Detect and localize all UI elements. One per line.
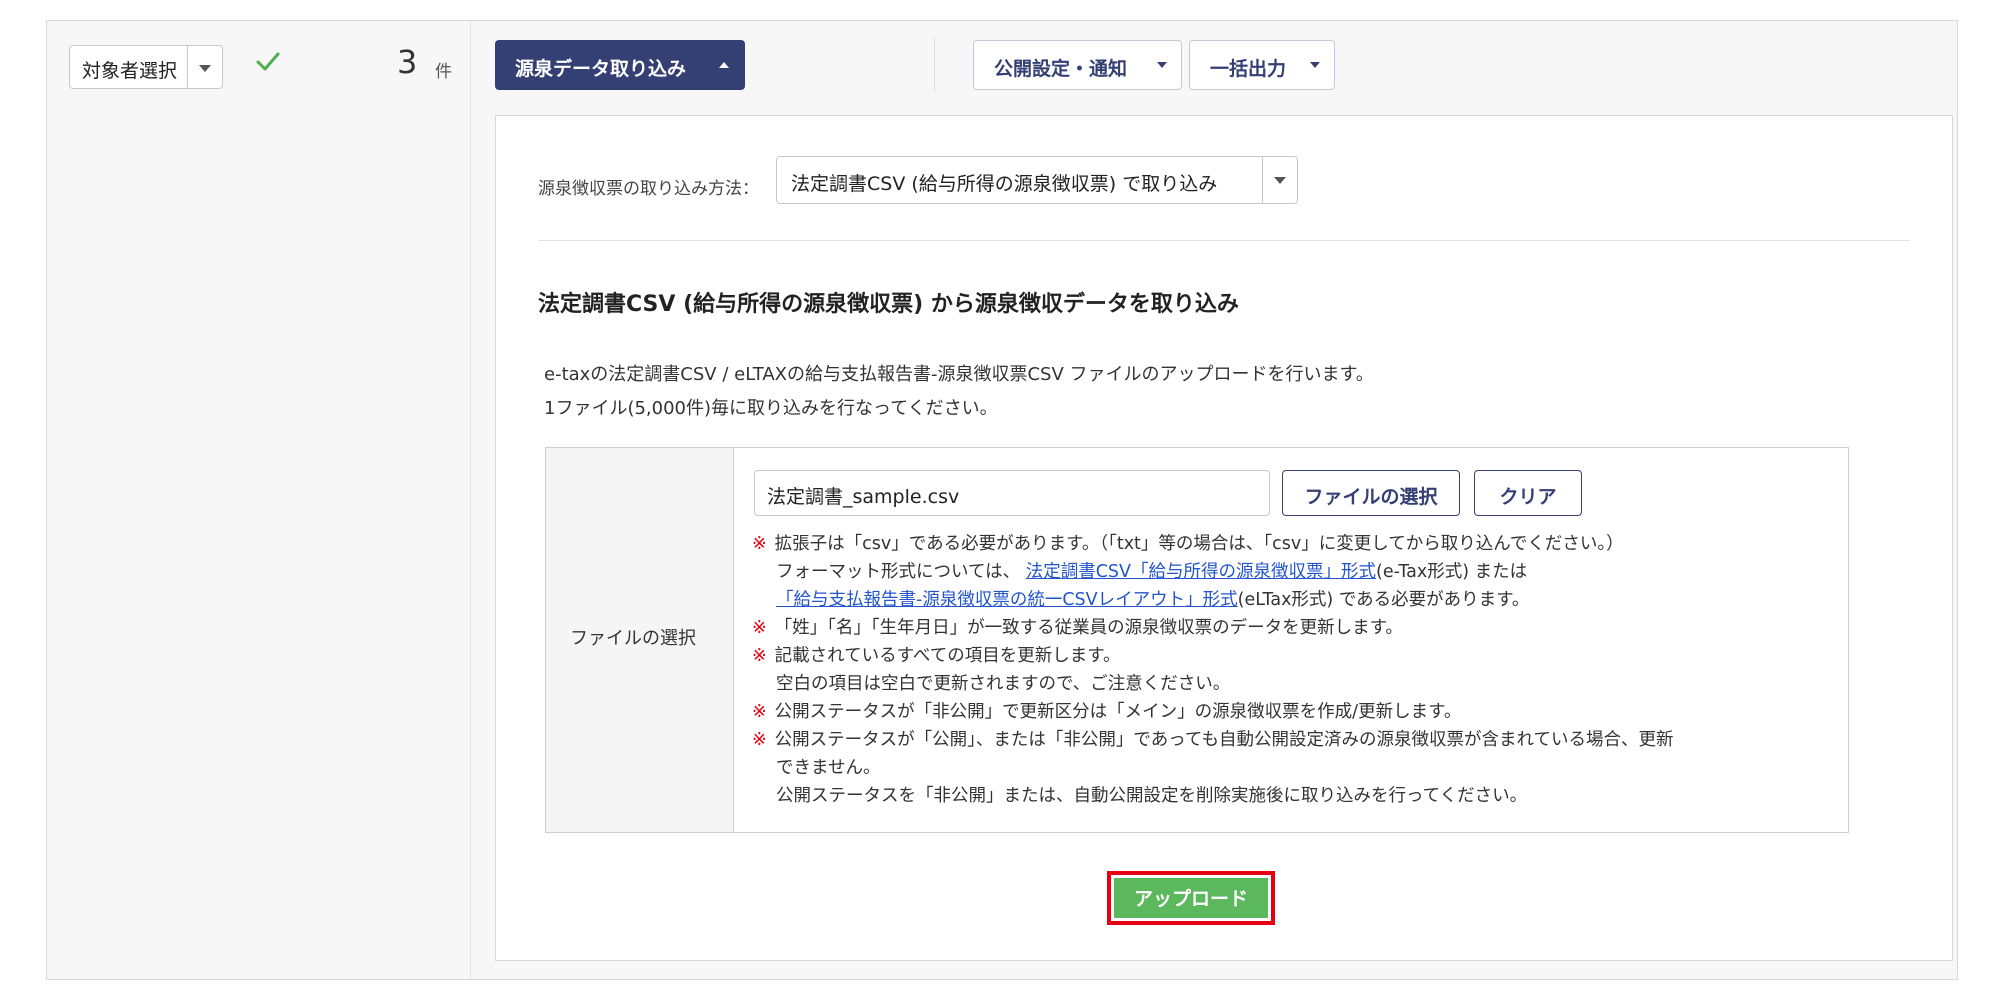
note-3: ※ 記載されているすべての項目を更新します。	[752, 642, 1120, 667]
right-column: 源泉データ取り込み 公開設定・通知 一括出力 源泉徴収票の取り込み方法： 法定調…	[471, 21, 1957, 979]
divider	[538, 240, 1910, 241]
choose-file-button[interactable]: ファイルの選択	[1282, 470, 1460, 516]
chevron-down-icon	[1310, 62, 1320, 68]
bulk-output-button-label: 一括出力	[1210, 58, 1287, 80]
upload-button[interactable]: アップロード	[1114, 878, 1268, 918]
import-method-label: 源泉徴収票の取り込み方法：	[538, 179, 759, 199]
chevron-down-icon	[1157, 62, 1167, 68]
choose-file-button-label: ファイルの選択	[1304, 486, 1438, 508]
etax-format-link[interactable]: 法定調書CSV「給与所得の源泉徴収票」形式	[1026, 562, 1376, 582]
upload-button-label: アップロード	[1133, 888, 1248, 910]
publish-settings-button-label: 公開設定・通知	[994, 58, 1128, 80]
bulk-output-button[interactable]: 一括出力	[1189, 40, 1335, 90]
note-mark-icon: ※	[752, 646, 767, 666]
note-4-text: 公開ステータスが「非公開」で更新区分は「メイン」の源泉徴収票を作成/更新します。	[774, 702, 1462, 722]
upload-highlight: アップロード	[1107, 871, 1275, 925]
note-5-cont: できません。	[776, 758, 881, 778]
note-mark-icon: ※	[752, 618, 767, 638]
note-4: ※ 公開ステータスが「非公開」で更新区分は「メイン」の源泉徴収票を作成/更新します…	[752, 698, 1461, 723]
import-panel: 源泉徴収票の取り込み方法： 法定調書CSV (給与所得の源泉徴収票) で取り込み…	[495, 115, 1953, 961]
file-select-header-label: ファイルの選択	[570, 628, 696, 649]
note-1-text: 拡張子は「csv」である必要があります。（「txt」等の場合は、「csv」に変更…	[774, 534, 1624, 554]
note-1: ※ 拡張子は「csv」である必要があります。（「txt」等の場合は、「csv」に変…	[752, 530, 1624, 555]
publish-settings-button[interactable]: 公開設定・通知	[973, 40, 1182, 90]
target-count: 3	[397, 43, 418, 81]
import-method-select[interactable]: 法定調書CSV (給与所得の源泉徴収票) で取り込み	[776, 156, 1298, 204]
note-3-sub: 空白の項目は空白で更新されますので、ご注意ください。	[776, 674, 1231, 694]
note-5: ※ 公開ステータスが「公開」、または「非公開」であっても自動公開設定済みの源泉徴収…	[752, 726, 1673, 751]
note-5-text: 公開ステータスが「公開」、または「非公開」であっても自動公開設定済みの源泉徴収票…	[774, 730, 1674, 750]
section-title: 法定調書CSV (給与所得の源泉徴収票) から源泉徴収データを取り込み	[538, 292, 1239, 317]
note-2-text: 「姓」「名」「生年月日」が一致する従業員の源泉徴収票のデータを更新します。	[774, 618, 1403, 638]
left-column: 対象者選択 3 件	[47, 21, 471, 979]
import-data-button-label: 源泉データ取り込み	[515, 58, 687, 80]
description-line-2: 1ファイル(5,000件)毎に取り込みを行なってください。	[544, 398, 998, 419]
target-select-value: 対象者選択	[82, 60, 178, 82]
clear-button-label: クリア	[1499, 486, 1557, 508]
file-select-header: ファイルの選択	[546, 448, 734, 832]
note-1-format: フォーマット形式については、 法定調書CSV「給与所得の源泉徴収票」形式(e-T…	[776, 558, 1527, 583]
note-3-text: 記載されているすべての項目を更新します。	[774, 646, 1121, 666]
clear-button[interactable]: クリア	[1474, 470, 1582, 516]
note-mark-icon: ※	[752, 534, 767, 554]
chevron-up-icon	[719, 62, 729, 68]
import-data-button[interactable]: 源泉データ取り込み	[495, 40, 745, 90]
note-1-link1-suffix: (e-Tax形式) または	[1376, 562, 1528, 582]
import-method-value: 法定調書CSV (給与所得の源泉徴収票) で取り込み	[791, 173, 1218, 195]
note-1-format-2: 「給与支払報告書-源泉徴収票の統一CSVレイアウト」形式(eLTax形式) であ…	[776, 586, 1529, 611]
target-count-unit: 件	[435, 62, 452, 82]
note-1-link2-suffix: (eLTax形式) である必要があります。	[1237, 590, 1530, 610]
eltax-format-link[interactable]: 「給与支払報告書-源泉徴収票の統一CSVレイアウト」形式	[776, 590, 1238, 610]
file-select-table: ファイルの選択 法定調書_sample.csv ファイルの選択 クリア ※ 拡張子…	[545, 447, 1849, 833]
chevron-down-icon	[1274, 177, 1286, 184]
note-1-format-prefix: フォーマット形式については、	[776, 562, 1021, 582]
toolbar-divider	[934, 37, 935, 93]
main-container: 対象者選択 3 件 源泉データ取り込み 公開設定・通知 一括出力 源泉徴収票の取…	[46, 20, 1958, 980]
description-line-1: e-taxの法定調書CSV / eLTAXの給与支払報告書-源泉徴収票CSV フ…	[544, 364, 1374, 385]
check-icon	[256, 52, 280, 71]
target-select[interactable]: 対象者選択	[69, 45, 223, 89]
note-mark-icon: ※	[752, 730, 767, 750]
file-name-field[interactable]: 法定調書_sample.csv	[754, 470, 1270, 516]
file-name-value: 法定調書_sample.csv	[767, 486, 960, 508]
import-method-toggle[interactable]	[1262, 157, 1297, 203]
target-select-toggle[interactable]	[187, 46, 222, 88]
note-5-sub: 公開ステータスを「非公開」または、自動公開設定を削除実施後に取り込みを行ってくだ…	[776, 786, 1528, 806]
note-2: ※ 「姓」「名」「生年月日」が一致する従業員の源泉徴収票のデータを更新します。	[752, 614, 1403, 639]
chevron-down-icon	[199, 65, 211, 72]
note-mark-icon: ※	[752, 702, 767, 722]
